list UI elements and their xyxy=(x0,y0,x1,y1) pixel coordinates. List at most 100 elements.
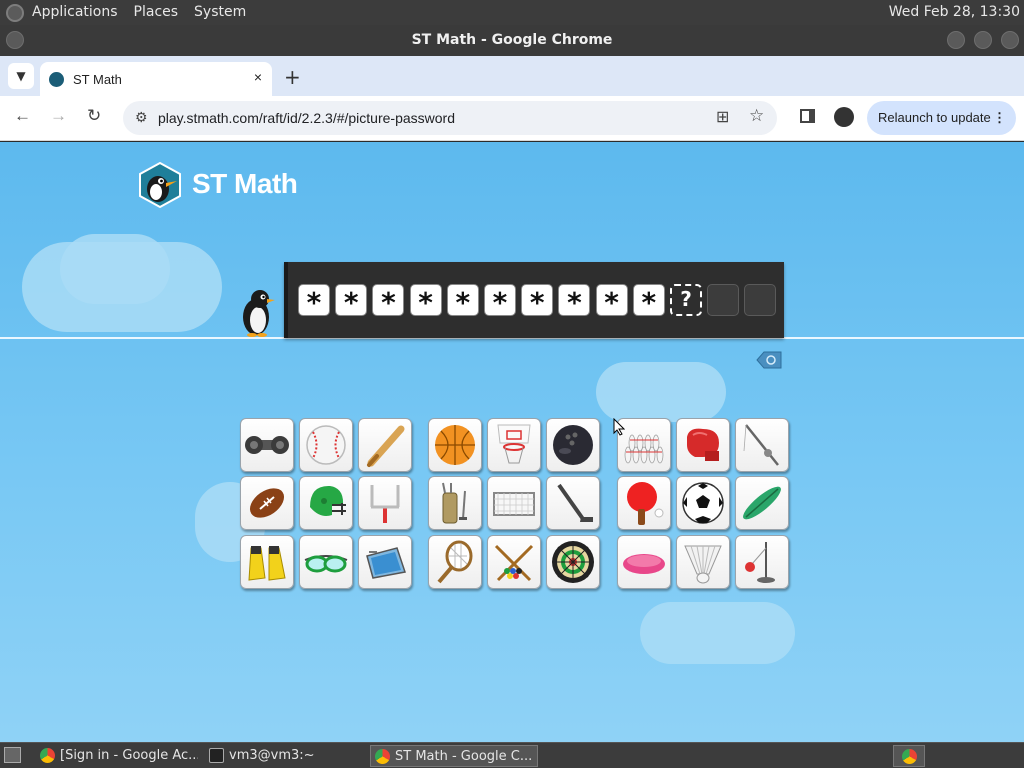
forward-icon[interactable]: → xyxy=(50,106,67,126)
goal-post-icon xyxy=(370,485,400,523)
picture-button-fishing-rod[interactable] xyxy=(735,418,789,472)
picture-button-frisbee[interactable] xyxy=(617,535,671,589)
top-panel: Applications Places System Wed Feb 28, 1… xyxy=(0,0,1024,25)
url-text[interactable]: play.stmath.com/raft/id/2.2.3/#/picture-… xyxy=(158,110,455,126)
new-tab-button[interactable]: + xyxy=(284,65,301,89)
football-helmet-icon xyxy=(310,485,346,516)
task-label: ST Math - Google C... xyxy=(395,749,533,764)
picture-button-bowling-ball[interactable] xyxy=(546,418,600,472)
close-window-button[interactable] xyxy=(1001,31,1019,49)
task-terminal[interactable]: vm3@vm3:~ xyxy=(205,745,365,767)
tray-chrome-icon[interactable] xyxy=(893,745,925,767)
tab-st-math[interactable]: ST Math × xyxy=(40,62,272,96)
terminal-icon xyxy=(209,748,224,763)
picture-button-soccer-ball[interactable] xyxy=(676,476,730,530)
dumbbell-icon xyxy=(245,436,289,454)
minimize-button[interactable] xyxy=(947,31,965,49)
picture-button-dartboard[interactable] xyxy=(546,535,600,589)
show-desktop-icon[interactable] xyxy=(4,747,21,763)
task-sign-in[interactable]: [Sign in - Google Ac... xyxy=(36,745,198,767)
back-icon[interactable]: ← xyxy=(14,106,31,126)
soccer-ball-icon xyxy=(682,482,724,524)
password-slot-filled: * xyxy=(372,284,405,319)
picture-button-baseball-bat[interactable] xyxy=(358,418,412,472)
picture-button-soccer-goal[interactable] xyxy=(487,476,541,530)
picture-button-tetherball[interactable] xyxy=(735,535,789,589)
bowling-pins-icon xyxy=(624,434,664,464)
picture-button-baseball[interactable] xyxy=(299,418,353,472)
hockey-stick-icon xyxy=(557,483,593,522)
address-bar[interactable]: ⚙ play.stmath.com/raft/id/2.2.3/#/pictur… xyxy=(123,101,777,135)
password-slot-filled: * xyxy=(335,284,368,319)
cloud-decoration xyxy=(640,602,795,664)
side-panel-icon[interactable] xyxy=(800,109,815,123)
window-titlebar[interactable]: ST Math - Google Chrome xyxy=(0,25,1024,56)
swim-goggles-icon xyxy=(304,555,348,573)
password-board: * * * * * * * * * *? xyxy=(284,262,784,338)
picture-button-shuttlecock[interactable] xyxy=(676,535,730,589)
picture-button-basketball-hoop[interactable] xyxy=(487,418,541,472)
cloud-decoration xyxy=(60,234,170,304)
picture-button-bowling-pins[interactable] xyxy=(617,418,671,472)
picture-button-dumbbell[interactable] xyxy=(240,418,294,472)
window-menu-icon[interactable] xyxy=(6,31,24,49)
picture-button-pool[interactable] xyxy=(358,535,412,589)
picture-button-football-helmet[interactable] xyxy=(299,476,353,530)
relaunch-to-update-button[interactable]: Relaunch to update ⋮ xyxy=(867,101,1016,135)
gnome-logo-icon[interactable] xyxy=(6,3,24,22)
picture-button-goal-post[interactable] xyxy=(358,476,412,530)
baseball-bat-icon xyxy=(367,425,405,467)
penguin-jiji-icon xyxy=(243,290,275,337)
st-math-favicon-icon xyxy=(49,72,64,87)
st-math-page: ST Math * * * * * * * * * *? xyxy=(0,142,1024,742)
task-st-math[interactable]: ST Math - Google C... xyxy=(370,745,538,767)
site-info-icon[interactable]: ⚙ xyxy=(135,109,148,126)
picture-button-football[interactable] xyxy=(240,476,294,530)
soccer-goal-icon xyxy=(493,492,535,516)
boxing-glove-icon xyxy=(687,428,719,461)
password-slot-filled: * xyxy=(558,284,591,319)
chrome-icon xyxy=(40,748,55,763)
install-app-icon[interactable]: ⊞ xyxy=(716,107,729,127)
picture-button-swim-fins[interactable] xyxy=(240,535,294,589)
relaunch-label: Relaunch to update xyxy=(878,110,991,125)
pool-icon xyxy=(366,547,406,579)
cloud-decoration xyxy=(596,362,726,422)
tab-close-icon[interactable]: × xyxy=(254,69,262,85)
bookmark-star-icon[interactable]: ☆ xyxy=(749,106,764,126)
password-slot-empty xyxy=(744,284,777,316)
backspace-icon[interactable] xyxy=(756,351,782,369)
picture-button-golf-bag[interactable] xyxy=(428,476,482,530)
clock[interactable]: Wed Feb 28, 13:30 xyxy=(889,0,1020,25)
task-label: [Sign in - Google Ac... xyxy=(60,748,198,763)
picture-button-swim-goggles[interactable] xyxy=(299,535,353,589)
password-slot-filled: * xyxy=(484,284,516,319)
basketball-icon xyxy=(435,425,475,465)
picture-button-pool-cues[interactable] xyxy=(487,535,541,589)
taskbar: [Sign in - Google Ac... vm3@vm3:~ ST Mat… xyxy=(0,742,1024,768)
picture-button-boxing-glove[interactable] xyxy=(676,418,730,472)
tab-title: ST Math xyxy=(73,72,122,87)
pool-cues-icon xyxy=(494,544,534,582)
password-slot-empty xyxy=(707,284,740,316)
picture-button-tennis-racket[interactable] xyxy=(428,535,482,589)
profile-avatar-icon[interactable] xyxy=(834,107,854,127)
st-math-penguin-logo-icon xyxy=(139,162,181,208)
menu-applications[interactable]: Applications xyxy=(24,0,126,25)
browser-toolbar: ← → ↻ ⚙ play.stmath.com/raft/id/2.2.3/#/… xyxy=(0,96,1024,141)
picture-button-surfboard[interactable] xyxy=(735,476,789,530)
picture-button-ping-pong-paddle[interactable] xyxy=(617,476,671,530)
chrome-menu-icon[interactable]: ⋮ xyxy=(993,101,1006,135)
password-slot-current: ? xyxy=(670,284,702,316)
maximize-button[interactable] xyxy=(974,31,992,49)
menu-places[interactable]: Places xyxy=(126,0,187,25)
baseball-icon xyxy=(306,425,346,465)
dartboard-icon xyxy=(552,541,594,583)
picture-button-basketball[interactable] xyxy=(428,418,482,472)
bowling-ball-icon xyxy=(553,425,593,465)
tab-search-button[interactable]: ▼ xyxy=(8,63,34,89)
picture-button-hockey-stick[interactable] xyxy=(546,476,600,530)
reload-icon[interactable]: ↻ xyxy=(87,106,101,126)
menu-system[interactable]: System xyxy=(186,0,254,25)
tetherball-icon xyxy=(745,542,775,583)
